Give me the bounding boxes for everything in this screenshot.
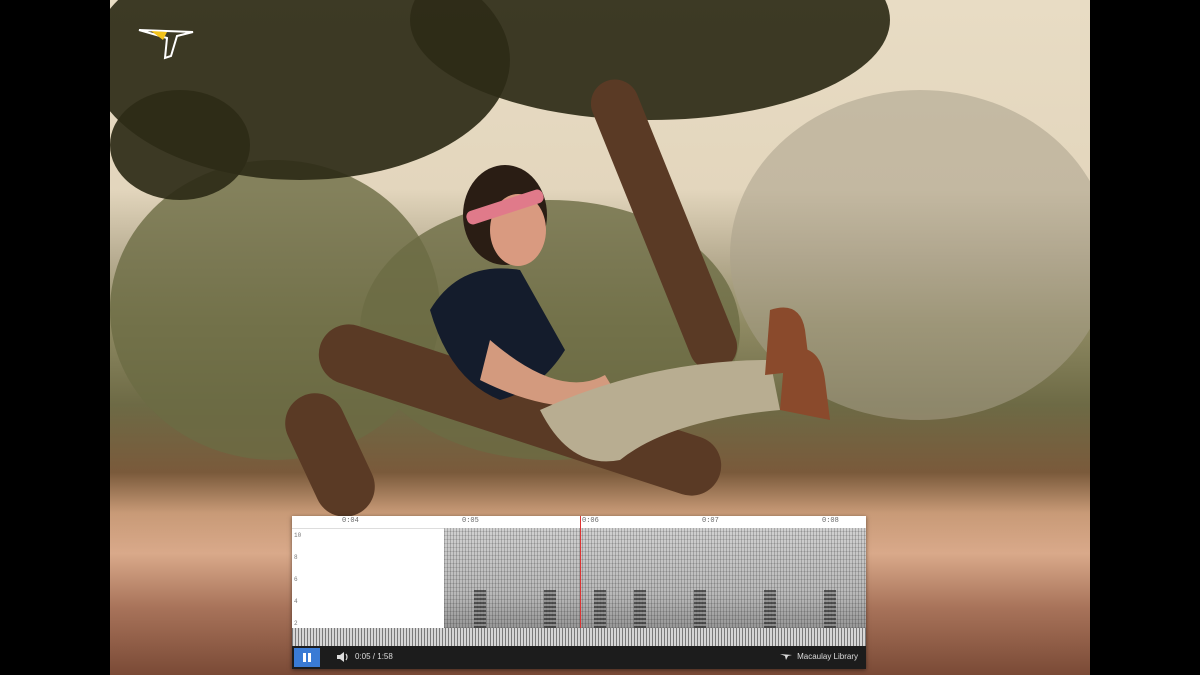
freq-tick: 6 — [294, 576, 298, 583]
brand-label: Macaulay Library — [797, 652, 858, 661]
pause-icon-bar — [308, 653, 311, 662]
time-tick: 0:05 — [462, 517, 479, 525]
frequency-axis: 10 8 6 4 2 — [292, 528, 306, 640]
pause-icon — [303, 653, 306, 662]
freq-tick: 2 — [294, 620, 298, 627]
time-tick: 0:06 — [582, 517, 599, 525]
freq-tick: 10 — [294, 532, 302, 539]
player-controls: 0:05 / 1:58 Macaulay Library — [292, 646, 866, 669]
volume-button[interactable] — [330, 650, 348, 664]
time-tick: 0:08 — [822, 517, 839, 525]
person — [430, 165, 830, 462]
waveform-scrubber[interactable] — [292, 628, 866, 646]
bird-logo-icon — [780, 653, 793, 660]
playhead[interactable] — [580, 516, 581, 640]
bird-logo-icon — [138, 29, 194, 60]
time-tick: 0:04 — [342, 517, 359, 525]
macaulay-library-logo[interactable]: Macaulay Library — [779, 652, 858, 661]
spectrogram[interactable] — [444, 528, 866, 640]
audio-player: 0:04 0:05 0:06 0:07 0:08 10 8 6 4 2 0:05… — [292, 516, 866, 669]
volume-icon — [337, 652, 348, 662]
freq-tick: 8 — [294, 554, 298, 561]
timecode: 0:05 / 1:58 — [355, 652, 393, 661]
freq-tick: 4 — [294, 598, 298, 605]
tree-canopy — [110, 90, 250, 200]
time-tick: 0:07 — [702, 517, 719, 525]
pause-button[interactable] — [294, 648, 320, 667]
